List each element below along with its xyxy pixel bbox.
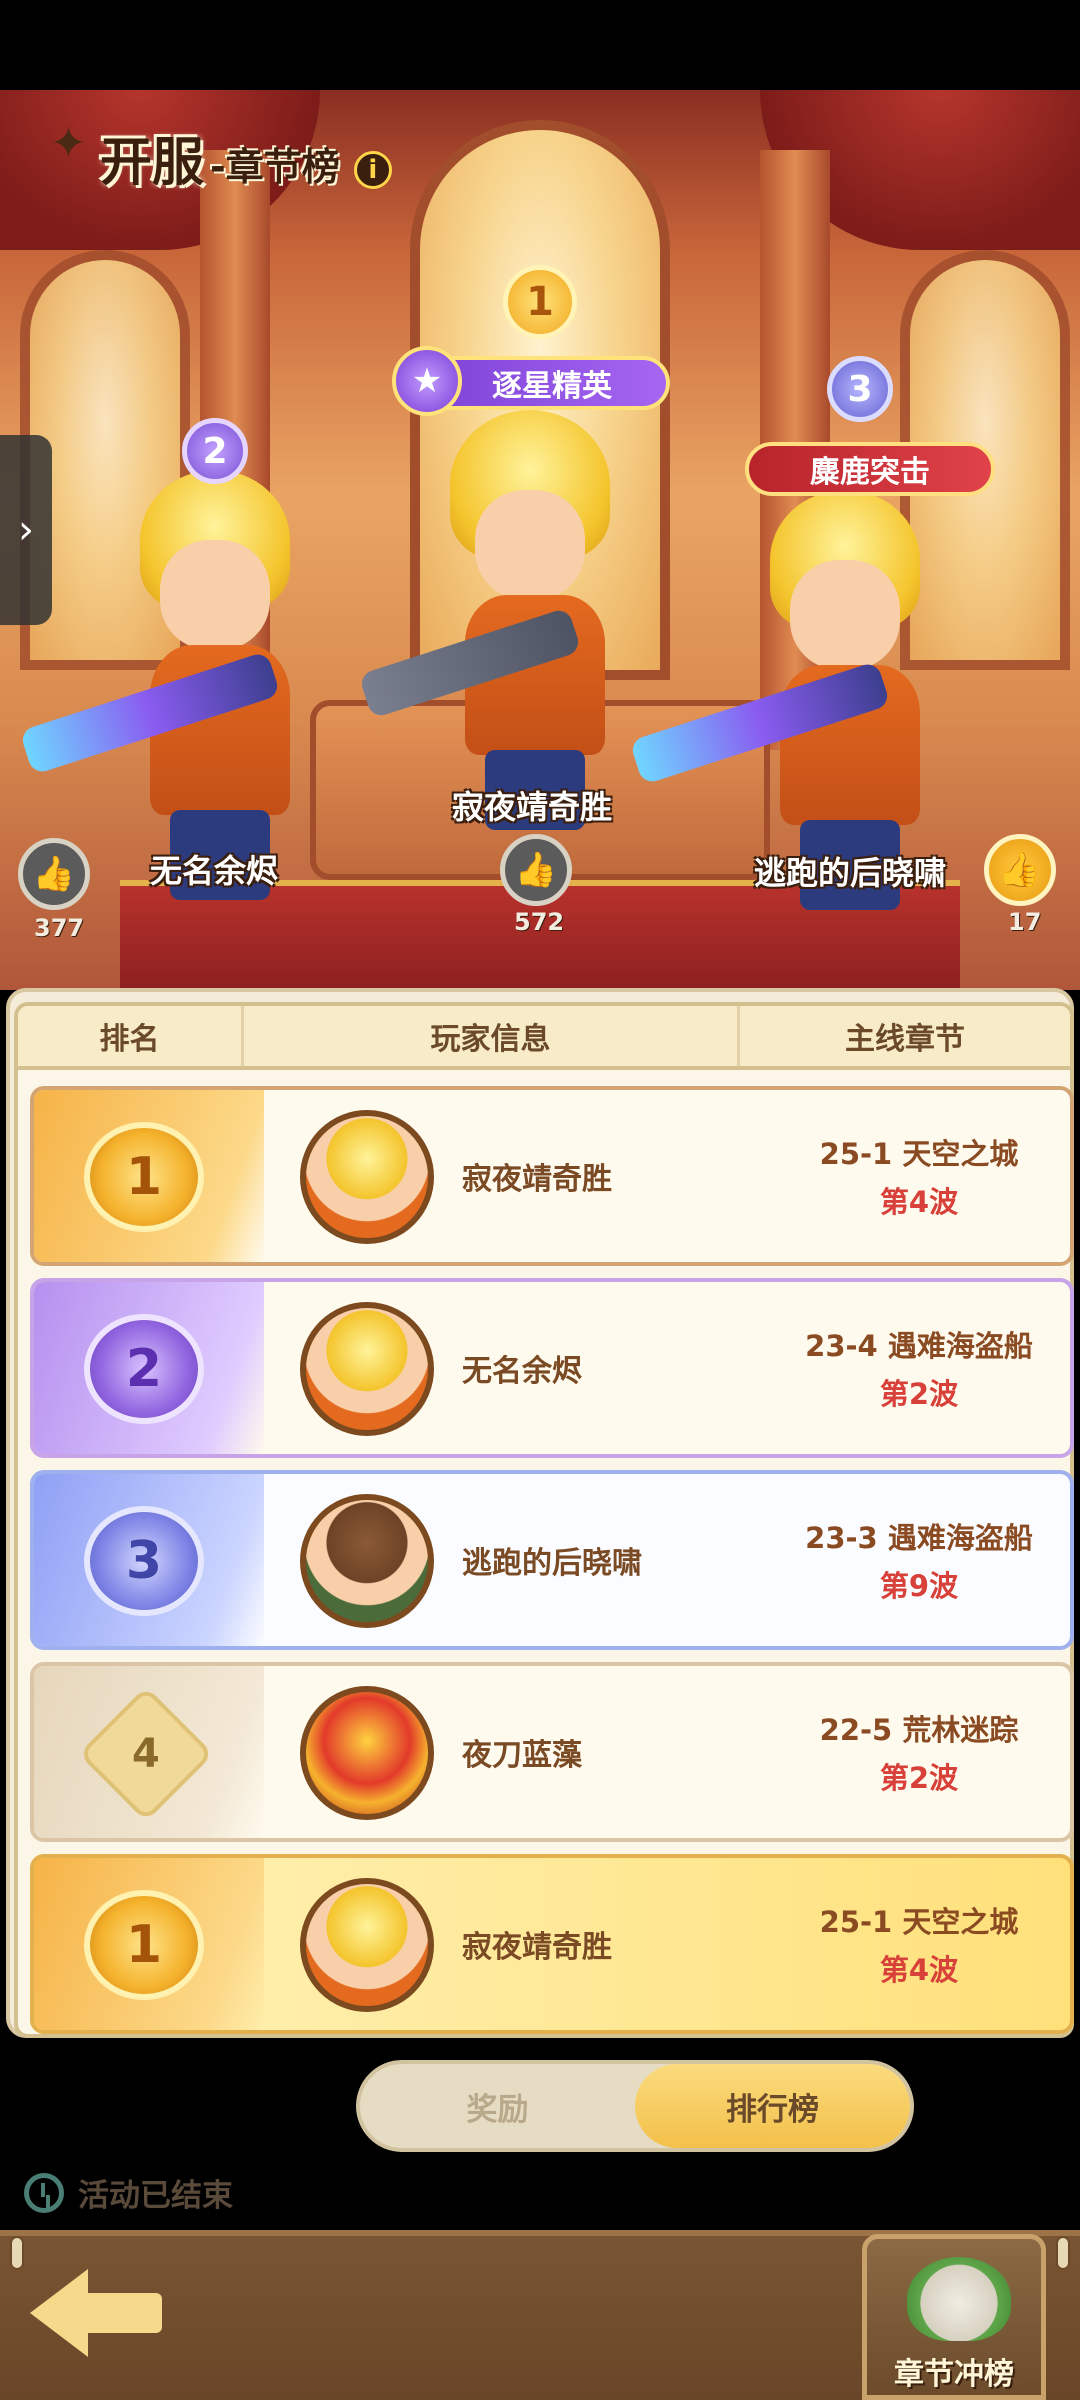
chapter-stage: 22-5 荒林迷踪: [819, 1713, 1019, 1747]
chapter-progress: 23-3 遇难海盗船 第9波: [754, 1474, 1070, 1646]
skull-mountain-icon: [907, 2257, 1011, 2341]
header-rank: 排名: [18, 1006, 244, 1066]
avatar[interactable]: [300, 1302, 434, 1436]
header-player-info: 玩家信息: [244, 1006, 740, 1066]
bar-notch-right: [1056, 2236, 1070, 2270]
page-title-main: 开服: [100, 133, 205, 193]
chapter-wave: 第4波: [879, 1953, 959, 1987]
rank-badge: 2: [84, 1314, 204, 1424]
like-button-first[interactable]: 👍: [500, 834, 572, 906]
chapter-stage: 25-1 天空之城: [819, 1137, 1019, 1171]
back-arrow-icon: [30, 2269, 88, 2357]
chapter-wave: 第2波: [879, 1761, 959, 1795]
back-button[interactable]: [30, 2268, 162, 2358]
table-row[interactable]: 3 逃跑的后晓啸 23-3 遇难海盗船 第9波: [30, 1470, 1074, 1650]
like-count-second: 377: [34, 914, 85, 942]
title-banner-text: 麋鹿突击: [810, 455, 930, 490]
podium-rank-badge-first: 1: [503, 265, 577, 339]
avatar[interactable]: [300, 1494, 434, 1628]
like-count-first: 572: [514, 908, 565, 936]
like-button-third[interactable]: 👍: [984, 834, 1056, 906]
status-bar: [0, 0, 1080, 90]
side-expand-tab[interactable]: ›: [0, 435, 52, 625]
chapter-rush-button[interactable]: 章节冲榜: [862, 2234, 1046, 2400]
podium-rank-badge-second: 2: [182, 418, 248, 484]
podium-name-third: 逃跑的后晓啸: [754, 854, 947, 892]
event-ended-text: 活动已结束: [78, 2178, 233, 2214]
event-status: 活动已结束: [24, 2170, 233, 2215]
chapter-progress: 25-1 天空之城 第4波: [754, 1090, 1070, 1262]
chapter-stage: 25-1 天空之城: [819, 1905, 1019, 1939]
chapter-progress: 23-4 遇难海盗船 第2波: [754, 1282, 1070, 1454]
table-header: 排名 玩家信息 主线章节: [18, 1006, 1070, 1070]
chapter-progress: 25-1 天空之城 第4波: [754, 1858, 1070, 2030]
table-row[interactable]: 2 无名余烬 23-4 遇难海盗船 第2波: [30, 1278, 1074, 1458]
avatar[interactable]: [300, 1686, 434, 1820]
chapter-rush-label: 章节冲榜: [894, 2357, 1014, 2392]
bar-notch-left: [10, 2236, 24, 2270]
ranking-panel: 排名 玩家信息 主线章节 1 寂夜靖奇胜 25-1 天空之城 第4波 2 无名余…: [6, 988, 1074, 2038]
chevron-right-icon: ›: [18, 507, 34, 553]
rank-number: 4: [132, 1731, 160, 1777]
avatar[interactable]: [300, 1878, 434, 2012]
page-title: 开服 -章节榜 i: [100, 120, 392, 195]
player-name: 无名余烬: [462, 1354, 582, 1389]
header-main-chapter: 主线章节: [845, 1022, 965, 1057]
table-row[interactable]: 1 寂夜靖奇胜 25-1 天空之城 第4波: [30, 1086, 1074, 1266]
podium-name-second: 无名余烬: [150, 852, 279, 890]
podium-rank-badge-third: 3: [827, 356, 893, 422]
clock-icon: [24, 2172, 64, 2213]
thumbs-up-icon: 👍: [998, 850, 1042, 890]
tab-reward[interactable]: 奖励: [360, 2064, 635, 2148]
player-name: 寂夜靖奇胜: [462, 1930, 612, 1965]
chapter-stage: 23-3 遇难海盗船: [805, 1521, 1033, 1555]
like-count-third: 17: [1008, 908, 1042, 936]
back-arrow-shaft: [82, 2293, 162, 2333]
player-name: 夜刀蓝藻: [462, 1738, 582, 1773]
star-emblem-icon: ★: [392, 346, 462, 416]
player-name: 寂夜靖奇胜: [462, 1162, 612, 1197]
tab-switcher: 奖励 排行榜: [356, 2060, 914, 2152]
thumbs-up-icon: 👍: [514, 850, 558, 890]
avatar[interactable]: [300, 1110, 434, 1244]
chapter-stage: 23-4 遇难海盗船: [805, 1329, 1033, 1363]
podium-name-first: 寂夜靖奇胜: [452, 788, 613, 826]
page-title-sub: -章节榜: [210, 145, 340, 189]
chapter-progress: 22-5 荒林迷踪 第2波: [754, 1666, 1070, 1838]
title-banner-third: 麋鹿突击: [745, 442, 995, 496]
rank-badge: 1: [84, 1122, 204, 1232]
info-icon[interactable]: i: [353, 151, 392, 189]
tab-ranking[interactable]: 排行榜: [635, 2064, 910, 2148]
player-name: 逃跑的后晓啸: [462, 1546, 642, 1581]
rank-badge: 3: [84, 1506, 204, 1616]
chapter-wave: 第4波: [879, 1185, 959, 1219]
ranking-table: 排名 玩家信息 主线章节 1 寂夜靖奇胜 25-1 天空之城 第4波 2 无名余…: [14, 1002, 1074, 2038]
chapter-wave: 第9波: [879, 1569, 959, 1603]
my-rank-row[interactable]: 1 寂夜靖奇胜 25-1 天空之城 第4波: [30, 1854, 1074, 2034]
table-row[interactable]: 4 夜刀蓝藻 22-5 荒林迷踪 第2波: [30, 1662, 1074, 1842]
chapter-wave: 第2波: [879, 1377, 959, 1411]
like-button-second[interactable]: 👍: [18, 838, 90, 910]
thumbs-up-icon: 👍: [32, 854, 76, 894]
star-decoration-icon: ✦: [50, 118, 87, 169]
title-banner-text: 逐星精英: [492, 369, 612, 404]
rank-badge: 1: [84, 1890, 204, 2000]
